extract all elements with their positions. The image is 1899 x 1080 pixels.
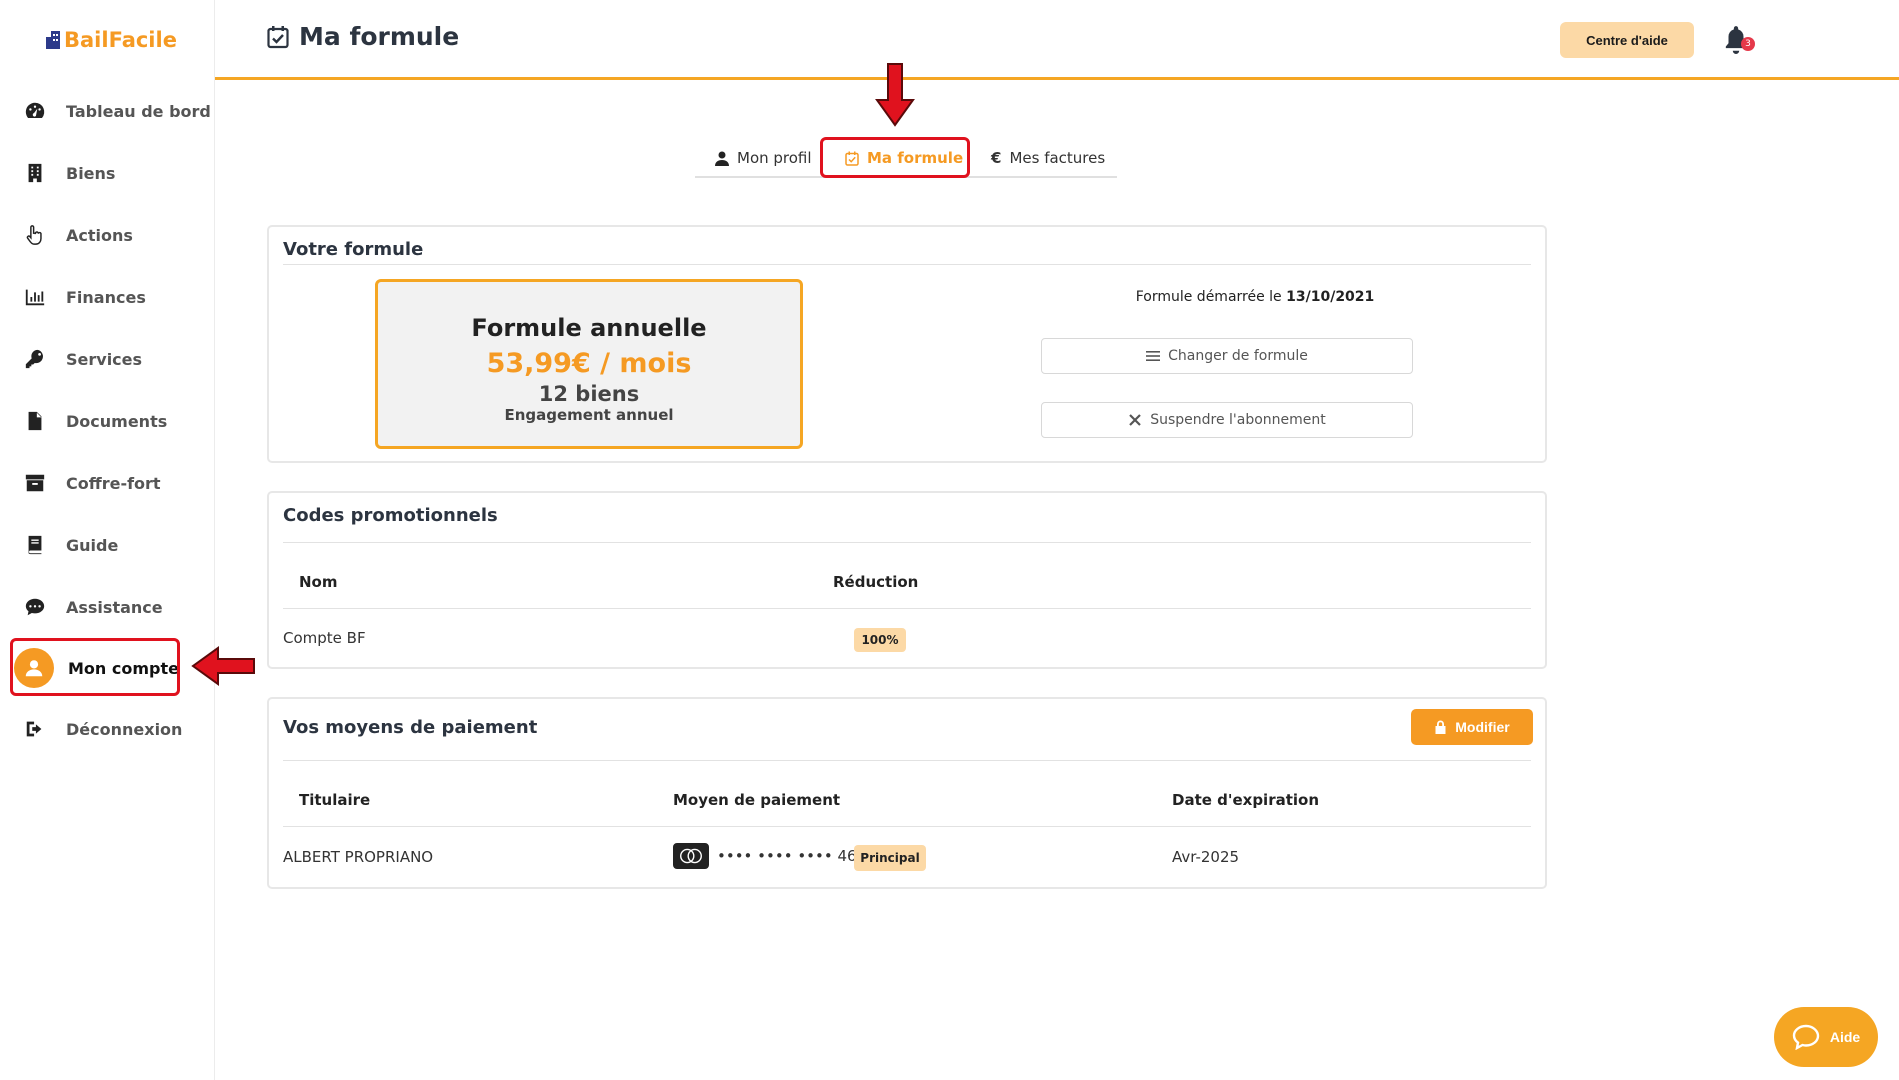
lock-icon [1435,720,1446,734]
promo-section-title: Codes promotionnels [283,505,498,526]
sidebar-item-label: Déconnexion [66,719,183,739]
sidebar-item-deconnexion[interactable]: Déconnexion [22,709,182,749]
dashboard-icon [22,98,48,124]
start-prefix: Formule démarrée le [1135,289,1282,305]
divider [283,826,1531,827]
tab-label: Mon profil [737,149,812,167]
chat-bubble-icon [1792,1024,1820,1050]
promo-codes-card: Codes promotionnels Nom Réduction Compte… [267,491,1547,669]
annotation-arrow-down-icon [875,63,915,127]
promo-code-name: Compte BF [283,629,366,647]
calendar-check-icon [267,25,289,48]
modify-payment-button[interactable]: Modifier [1411,709,1533,745]
discount-badge: 100% [854,628,906,652]
user-icon [715,151,729,166]
annotation-arrow-left-icon [191,646,255,686]
button-label: Changer de formule [1168,348,1308,364]
sidebar-item-services[interactable]: Services [22,339,142,379]
plan-name: Formule annuelle [471,314,707,342]
divider [283,264,1531,265]
brand-name: BailFacile [64,28,177,52]
divider [283,542,1531,543]
sidebar-item-label: Actions [66,225,133,245]
key-icon [22,346,48,372]
button-label: Suspendre l'abonnement [1150,412,1326,428]
mastercard-icon [673,843,709,869]
archive-box-icon [22,470,48,496]
plan-commitment: Engagement annuel [504,406,674,424]
bar-chart-icon [22,284,48,310]
book-icon [22,532,48,558]
sidebar-item-finances[interactable]: Finances [22,277,146,317]
plan-summary-box: Formule annuelle 53,99€ / mois 12 biens … [375,279,803,449]
euro-icon: € [991,149,1002,167]
tab-label: Mes factures [1009,149,1106,167]
formula-start-info: Formule démarrée le 13/10/2021 [1005,289,1505,305]
annotation-highlight-mon-compte [10,638,180,696]
tab-mes-factures[interactable]: € Mes factures [991,140,1105,176]
sidebar: BailFacile Tableau de bord Biens Actions… [0,0,215,1080]
sidebar-item-label: Services [66,349,143,369]
sidebar-item-tableau-de-bord[interactable]: Tableau de bord [22,91,211,131]
suspend-subscription-button[interactable]: Suspendre l'abonnement [1041,402,1413,438]
sidebar-item-label: Finances [66,287,146,307]
card-holder: ALBERT PROPRIANO [283,848,434,866]
sidebar-item-label: Assistance [66,597,163,617]
close-icon [1129,414,1141,426]
payment-section-title: Vos moyens de paiement [283,717,538,738]
page-header: Ma formule Centre d'aide 3 [215,0,1899,80]
sidebar-item-label: Coffre-fort [66,473,161,493]
plan-price: 53,99€ / mois [486,348,692,379]
pointer-hand-icon [22,222,48,248]
page-title-text: Ma formule [299,22,460,51]
brand-logo[interactable]: BailFacile [46,28,177,52]
sidebar-item-documents[interactable]: Documents [22,401,167,441]
chat-bubble-icon [22,594,48,620]
page-title: Ma formule [267,22,459,51]
start-date: 13/10/2021 [1286,289,1375,305]
sidebar-item-label: Biens [66,163,116,183]
column-header-date-expiration: Date d'expiration [1172,791,1320,809]
building-icon [22,160,48,186]
card-number-masked: •••• •••• •••• 4659 [717,847,876,865]
sidebar-item-coffre-fort[interactable]: Coffre-fort [22,463,161,503]
sidebar-item-actions[interactable]: Actions [22,215,133,255]
formula-card: Votre formule Formule annuelle 53,99€ / … [267,225,1547,463]
formula-section-title: Votre formule [283,239,424,260]
card-expiry: Avr-2025 [1172,848,1240,866]
help-center-button[interactable]: Centre d'aide [1560,22,1694,58]
document-icon [22,408,48,434]
list-icon [1146,351,1161,361]
sign-out-icon [22,716,48,742]
column-header-moyen-de-paiement: Moyen de paiement [673,791,841,809]
sidebar-item-assistance[interactable]: Assistance [22,587,163,627]
divider [283,760,1531,761]
principal-badge: Principal [854,845,926,871]
sidebar-item-label: Guide [66,535,119,555]
plan-properties: 12 biens [538,382,640,406]
divider [283,608,1531,609]
payment-methods-card: Vos moyens de paiement Modifier Titulair… [267,697,1547,889]
notification-badge: 3 [1741,37,1755,51]
sidebar-item-label: Tableau de bord [66,101,211,121]
building-logo-icon [46,31,60,49]
column-header-nom: Nom [299,573,338,591]
aide-label: Aide [1829,1029,1861,1045]
column-header-titulaire: Titulaire [299,791,371,809]
aide-chat-button[interactable]: Aide [1774,1007,1878,1067]
annotation-highlight-ma-formule [820,137,970,178]
sidebar-item-label: Documents [66,411,168,431]
button-label: Modifier [1455,719,1510,735]
sidebar-item-biens[interactable]: Biens [22,153,115,193]
sidebar-item-guide[interactable]: Guide [22,525,118,565]
column-header-reduction: Réduction [833,573,919,591]
tab-mon-profil[interactable]: Mon profil [715,140,812,176]
change-formula-button[interactable]: Changer de formule [1041,338,1413,374]
